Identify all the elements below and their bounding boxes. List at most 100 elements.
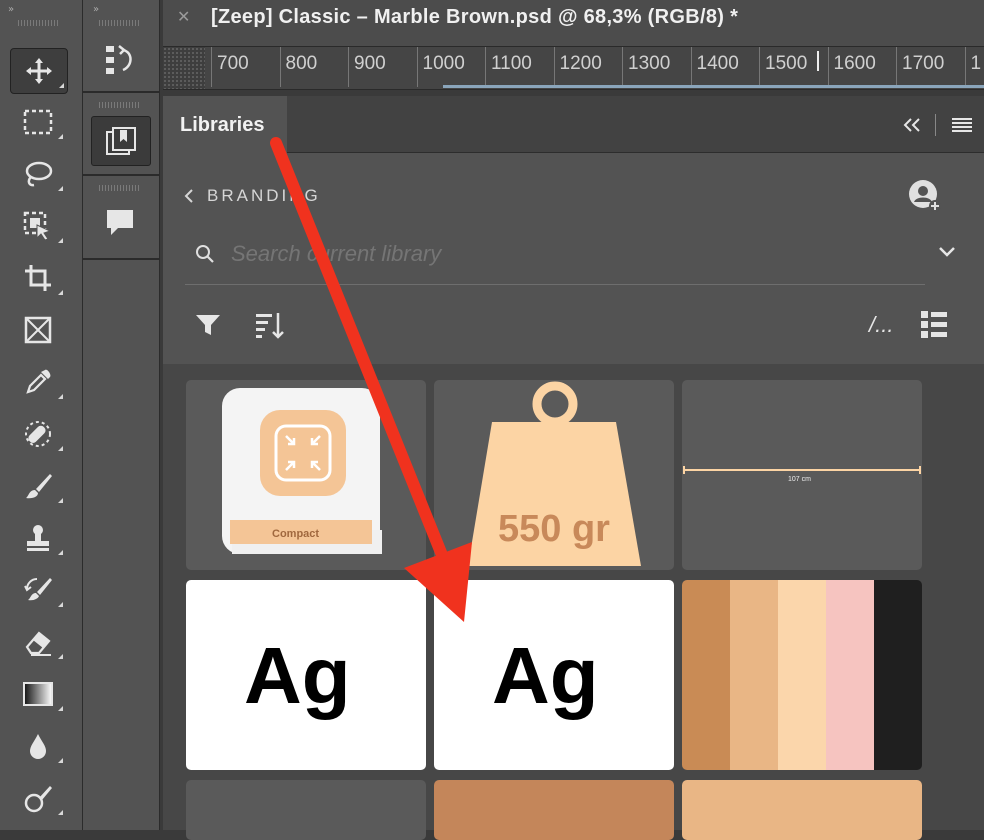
rectangular-marquee-tool[interactable] — [10, 100, 66, 144]
toolbar-grip[interactable] — [18, 20, 60, 26]
graphic-tile-weight[interactable]: 550 gr — [434, 380, 674, 570]
library-name: BRANDING — [207, 186, 321, 205]
clone-stamp-tool[interactable] — [10, 516, 66, 560]
panel-dock: » — [83, 0, 160, 830]
search-input[interactable] — [229, 236, 913, 272]
chevron-left-icon — [184, 189, 193, 203]
comments-panel-button[interactable] — [91, 194, 149, 250]
graphic-tile-compact[interactable]: Compact — [186, 380, 426, 570]
object-selection-tool[interactable] — [10, 204, 66, 248]
lasso-tool[interactable] — [10, 152, 66, 196]
eyedropper-tool[interactable] — [10, 360, 66, 404]
history-icon — [106, 45, 132, 74]
ruler-tick-label: 1400 — [696, 53, 739, 74]
color-swatch-4 — [826, 580, 874, 770]
ruler-tick-line — [211, 47, 212, 87]
dock-collapse-icon[interactable]: » — [83, 0, 159, 15]
breadcrumb[interactable]: BRANDING — [183, 184, 321, 208]
sort-icon[interactable] — [253, 308, 287, 342]
ruler-tick-label: 800 — [285, 53, 318, 74]
document-tab[interactable]: ✕ [Zeep] Classic – Marble Brown.psd @ 68… — [163, 0, 984, 47]
close-document-icon[interactable]: ✕ — [177, 7, 190, 27]
libraries-panel-button[interactable] — [91, 116, 151, 166]
search-icon — [196, 245, 214, 263]
ruler-tick-label: 1700 — [902, 53, 945, 74]
invite-user-icon[interactable] — [905, 176, 945, 216]
ruler-tick-line — [485, 47, 486, 87]
comment-icon — [107, 210, 133, 235]
compact-label: Compact — [272, 528, 320, 540]
ruler-origin — [163, 47, 205, 89]
ruler-tick-line — [759, 47, 760, 87]
blur-tool[interactable] — [10, 724, 66, 768]
char-style-preview: Ag — [244, 631, 351, 720]
tab-libraries[interactable]: Libraries — [163, 96, 287, 153]
move-icon — [26, 58, 52, 84]
frame-tool[interactable] — [10, 308, 66, 352]
color-swatch-2 — [730, 580, 778, 770]
tools-toolbar: » — [0, 0, 83, 830]
ruler-tick-label: 1100 — [491, 53, 532, 74]
brush-tool[interactable] — [10, 464, 66, 508]
dodge-icon — [24, 786, 52, 813]
blur-drop-icon — [30, 734, 46, 759]
eraser-icon — [25, 631, 51, 656]
collapse-panel-icon[interactable] — [899, 112, 925, 138]
ruler-highlight — [443, 85, 984, 88]
path-view-toggle[interactable]: /... — [869, 312, 893, 338]
ruler-tick-label: 1 — [970, 53, 982, 74]
gradient-icon — [23, 682, 53, 706]
color-swatch-3 — [778, 580, 826, 770]
ruler-tick-line — [553, 47, 555, 87]
ruler-tick-line — [690, 47, 692, 87]
color-tile[interactable] — [434, 780, 674, 840]
dock-grip[interactable] — [99, 20, 141, 26]
dock-grip[interactable] — [99, 102, 141, 108]
chevron-down-icon[interactable] — [935, 240, 959, 264]
toolbar-collapse-icon[interactable]: » — [0, 0, 82, 15]
eraser-tool[interactable] — [10, 620, 66, 664]
history-brush-tool[interactable] — [10, 568, 66, 612]
libraries-panel: Libraries BRANDING /... — [163, 96, 984, 840]
marquee-icon — [23, 109, 53, 135]
lasso-icon — [25, 161, 53, 187]
gradient-tool[interactable] — [10, 672, 66, 716]
crop-tool[interactable] — [10, 256, 66, 300]
ruler-tick-label: 1500 — [765, 53, 808, 74]
list-view-icon[interactable] — [917, 308, 951, 340]
color-theme-tile[interactable] — [682, 580, 922, 770]
ruler-tick-label: 1000 — [422, 53, 465, 74]
ruler-tick-label: 1200 — [559, 53, 602, 74]
spot-healing-brush-tool[interactable] — [10, 412, 66, 456]
tab-bar-divider — [935, 114, 936, 136]
measurement-line-graphic — [683, 466, 921, 474]
move-tool[interactable] — [10, 48, 68, 94]
weight-label: 550 gr — [498, 508, 610, 550]
dock-grip[interactable] — [99, 185, 141, 191]
frame-icon — [24, 316, 52, 344]
svg-text:»: » — [8, 5, 14, 13]
horizontal-ruler[interactable]: 700 800 900 1000 1100 1200 1300 1400 1500 1600 170… — [163, 47, 984, 90]
history-panel-button[interactable] — [91, 32, 149, 88]
search-field[interactable] — [185, 232, 925, 285]
panel-menu-icon[interactable] — [949, 112, 975, 138]
filter-icon[interactable] — [193, 310, 223, 340]
dodge-tool[interactable] — [10, 776, 66, 820]
graphic-tile[interactable] — [186, 780, 426, 840]
libraries-icon — [106, 127, 136, 155]
stamp-icon — [27, 525, 49, 551]
graphic-tile-measure[interactable]: 107 cm — [682, 380, 922, 570]
libraries-tab-bar: Libraries — [163, 96, 984, 153]
object-selection-icon — [23, 211, 52, 241]
ruler-tick-label: 1300 — [628, 53, 671, 74]
char-style-preview: Ag — [492, 631, 599, 720]
measure-label: 107 cm — [788, 476, 811, 483]
ruler-tick-line — [896, 47, 897, 87]
brush-icon — [26, 474, 52, 499]
color-tile[interactable] — [682, 780, 922, 840]
ruler-tick-label: 900 — [354, 53, 386, 74]
color-swatch-1 — [682, 580, 730, 770]
character-style-tile[interactable]: Ag — [434, 580, 674, 770]
character-style-tile[interactable]: Ag — [186, 580, 426, 770]
ruler-tick-label: 700 — [217, 53, 249, 74]
